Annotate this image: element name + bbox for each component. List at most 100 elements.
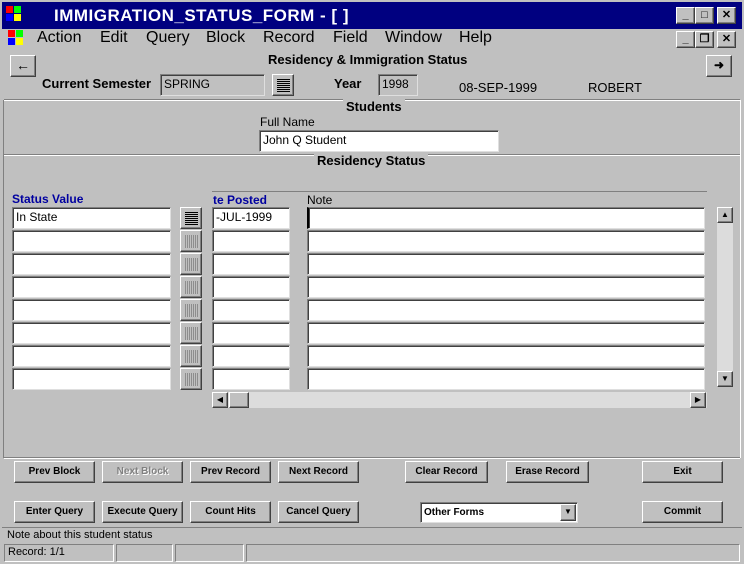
- title-bar[interactable]: IMMIGRATION_STATUS_FORM - [ ] _ □ ✕: [2, 2, 742, 29]
- status-lov-button[interactable]: [180, 276, 202, 298]
- list-icon: [185, 327, 198, 340]
- menu-bar: Action Edit Query Block Record Field Win…: [2, 29, 742, 51]
- doc-minimize-button[interactable]: _: [676, 31, 695, 48]
- maximize-icon: □: [701, 9, 708, 21]
- status-value-field[interactable]: [12, 253, 171, 275]
- scroll-left-button[interactable]: ◀: [212, 392, 228, 408]
- status-value-field[interactable]: [12, 230, 171, 252]
- date-posted-field[interactable]: [212, 253, 290, 275]
- other-forms-select[interactable]: Other Forms ▼: [420, 502, 578, 523]
- date-posted-field[interactable]: [212, 322, 290, 344]
- year-field[interactable]: 1998: [378, 74, 418, 96]
- current-date: 08-SEP-1999: [459, 80, 538, 95]
- scroll-down-button[interactable]: ▼: [717, 371, 733, 387]
- triangle-left-icon: ◀: [216, 395, 224, 404]
- list-icon: [277, 79, 290, 92]
- minimize-icon: _: [682, 9, 689, 21]
- app-icon[interactable]: [6, 6, 26, 24]
- scroll-right-button[interactable]: ▶: [690, 392, 706, 408]
- forward-button[interactable]: ➜: [706, 55, 732, 77]
- status-value-field[interactable]: In State: [12, 207, 171, 229]
- clear-record-button[interactable]: Clear Record: [405, 461, 488, 483]
- arrow-right-icon: ➜: [713, 58, 725, 72]
- next-record-button[interactable]: Next Record: [278, 461, 359, 483]
- status-value-header: Status Value: [12, 192, 84, 206]
- semester-field[interactable]: SPRING: [160, 74, 265, 96]
- cancel-query-button[interactable]: Cancel Query: [278, 501, 359, 523]
- close-button[interactable]: ✕: [717, 7, 736, 24]
- horizontal-scrollbar[interactable]: [212, 392, 707, 408]
- prev-block-button[interactable]: Prev Block: [14, 461, 95, 483]
- menu-record[interactable]: Record: [263, 29, 315, 47]
- full-name-field[interactable]: John Q Student: [259, 130, 499, 152]
- maximize-button[interactable]: □: [695, 7, 714, 24]
- block-border: [740, 100, 741, 458]
- note-field[interactable]: [307, 368, 705, 390]
- menu-query[interactable]: Query: [146, 29, 190, 47]
- enter-query-button[interactable]: Enter Query: [14, 501, 95, 523]
- menu-window[interactable]: Window: [385, 29, 442, 47]
- status-value-field[interactable]: [12, 276, 171, 298]
- status-lov-button[interactable]: [180, 230, 202, 252]
- menu-block[interactable]: Block: [206, 29, 245, 47]
- note-field[interactable]: [307, 253, 705, 275]
- triangle-down-icon: ▼: [721, 374, 729, 383]
- list-icon: [185, 304, 198, 317]
- note-field[interactable]: [307, 230, 705, 252]
- semester-lov-button[interactable]: [272, 74, 294, 96]
- status-lov-button[interactable]: [180, 299, 202, 321]
- date-posted-field[interactable]: [212, 299, 290, 321]
- execute-query-button[interactable]: Execute Query: [102, 501, 183, 523]
- commit-button[interactable]: Commit: [642, 501, 723, 523]
- doc-close-button[interactable]: ✕: [717, 31, 736, 48]
- note-field[interactable]: [307, 345, 705, 367]
- date-posted-field[interactable]: [212, 230, 290, 252]
- scroll-thumb[interactable]: [229, 392, 249, 408]
- erase-record-button[interactable]: Erase Record: [506, 461, 589, 483]
- close-icon: ✕: [721, 9, 732, 21]
- semester-label: Current Semester: [42, 76, 152, 91]
- scroll-up-button[interactable]: ▲: [717, 207, 733, 223]
- divider: [4, 457, 740, 459]
- doc-restore-button[interactable]: ❐: [695, 31, 714, 48]
- status-value-field[interactable]: [12, 368, 171, 390]
- date-posted-field[interactable]: [212, 368, 290, 390]
- menu-action[interactable]: Action: [37, 29, 81, 47]
- status-value-field[interactable]: [12, 345, 171, 367]
- dropdown-button[interactable]: ▼: [560, 504, 576, 521]
- status-lov-button[interactable]: [180, 368, 202, 390]
- status-lov-button[interactable]: [180, 207, 202, 229]
- status-value-field[interactable]: [12, 299, 171, 321]
- date-posted-field[interactable]: [212, 345, 290, 367]
- vertical-scrollbar[interactable]: [717, 207, 733, 387]
- menu-field[interactable]: Field: [333, 29, 368, 47]
- note-field[interactable]: [307, 322, 705, 344]
- list-icon: [185, 281, 198, 294]
- residency-section-title: Residency Status: [314, 153, 429, 168]
- chevron-down-icon: ▼: [564, 507, 572, 516]
- status-lov-button[interactable]: [180, 322, 202, 344]
- list-icon: [185, 258, 198, 271]
- list-icon: [185, 212, 198, 225]
- count-hits-button[interactable]: Count Hits: [190, 501, 271, 523]
- back-button[interactable]: ←: [10, 55, 36, 77]
- prev-record-button[interactable]: Prev Record: [190, 461, 271, 483]
- status-lov-button[interactable]: [180, 253, 202, 275]
- list-icon: [185, 373, 198, 386]
- next-block-button[interactable]: Next Block: [102, 461, 183, 483]
- date-posted-field[interactable]: [212, 276, 290, 298]
- triangle-up-icon: ▲: [721, 210, 729, 219]
- note-field[interactable]: [307, 299, 705, 321]
- date-posted-field[interactable]: -JUL-1999: [212, 207, 290, 229]
- exit-button[interactable]: Exit: [642, 461, 723, 483]
- status-lov-button[interactable]: [180, 345, 202, 367]
- minimize-button[interactable]: _: [676, 7, 695, 24]
- menu-help[interactable]: Help: [459, 29, 492, 47]
- menu-edit[interactable]: Edit: [100, 29, 128, 47]
- year-label: Year: [334, 76, 362, 91]
- status-value-field[interactable]: [12, 322, 171, 344]
- document-icon[interactable]: [8, 30, 28, 48]
- note-field[interactable]: [307, 276, 705, 298]
- note-field[interactable]: [307, 207, 705, 229]
- students-section-title: Students: [343, 99, 405, 114]
